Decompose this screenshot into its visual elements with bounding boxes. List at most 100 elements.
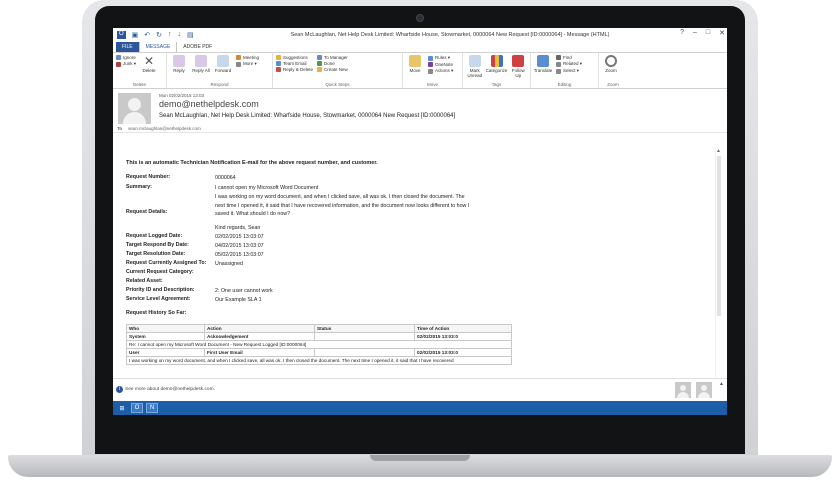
field-key: Priority ID and Description: [126, 287, 195, 293]
categorize-icon [490, 55, 503, 67]
group-tags: Mark Unread Categorize Follow Up Tags [463, 53, 531, 88]
mark-unread-button[interactable]: Mark Unread [466, 55, 484, 81]
windows-icon[interactable]: ⊞ [116, 403, 128, 413]
tab-file[interactable]: FILE [116, 42, 139, 52]
select-button[interactable]: Select ▾ [556, 68, 582, 74]
delete-button[interactable]: ✕ Delete [140, 55, 158, 81]
table-cell: I was working on my word document, and w… [126, 356, 512, 365]
quick-step-suggestions[interactable]: Suggestions [276, 55, 313, 60]
field-key: Target Resolution Date: [126, 251, 186, 257]
col-header-status: Status [314, 324, 415, 333]
onenote-icon[interactable]: N [146, 403, 158, 413]
avatar-head [128, 98, 141, 111]
quick-steps-col-2: To Manager Done Create New [317, 55, 348, 81]
select-icon [556, 68, 561, 74]
tab-adobe-pdf[interactable]: ADOBE PDF [177, 42, 218, 52]
meeting-button[interactable]: Meeting [236, 55, 259, 60]
maximize-button[interactable]: □ [706, 29, 710, 37]
more-button[interactable]: More ▾ [236, 61, 259, 67]
message-to: To sean.mclaughlan@nethelpdesk.com [117, 126, 201, 131]
move-button[interactable]: Move [406, 55, 424, 81]
table-header-row: Who Action Status Time of Action [126, 324, 512, 333]
intro-text: This is an automatic Technician Notifica… [126, 160, 378, 166]
field-key: Request Logged Date: [126, 233, 183, 239]
rules-button[interactable]: Rules ▾ [428, 55, 453, 61]
scroll-up-icon[interactable]: ▲ [716, 148, 721, 154]
reply-all-button[interactable]: Reply All [192, 55, 210, 81]
quick-step-done[interactable]: Done [317, 61, 348, 66]
zoom-icon [605, 55, 617, 67]
undo-icon[interactable]: ↶ [144, 31, 150, 39]
quick-step-reply-delete[interactable]: Reply & Delete [276, 67, 313, 72]
translate-icon [537, 55, 549, 67]
field-value [215, 278, 470, 284]
avatar-body [677, 392, 689, 398]
delete-small-buttons: Ignore Junk ▾ [116, 55, 136, 81]
field-row: Request Number: 0000064 [126, 174, 470, 183]
message-date: Mon 02/02/2015 13:03 [159, 93, 205, 98]
flag-icon [512, 55, 525, 67]
scrollbar-thumb[interactable] [717, 156, 721, 316]
col-header-action: Action [204, 324, 315, 333]
related-button[interactable]: Related ▾ [556, 61, 582, 67]
field-key: Request Currently Assigned To: [126, 260, 207, 266]
reply-button[interactable]: Reply [170, 55, 188, 81]
help-button[interactable]: ? [680, 29, 684, 37]
field-row: Current Request Category: [126, 269, 470, 275]
pane-collapse-icon[interactable]: ▲ [719, 381, 724, 387]
title-bar: O ▣ ↶ ↻ ↑ ↓ ▤ Sean McLaughlan, Net Help … [113, 28, 727, 42]
quick-step-create-new[interactable]: Create New [317, 67, 348, 72]
zoom-button[interactable]: Zoom [602, 55, 620, 81]
up-icon[interactable]: ↑ [168, 31, 172, 39]
minimize-button[interactable]: – [693, 29, 697, 37]
quick-step-to-manager[interactable]: To Manager [317, 55, 348, 60]
actions-button[interactable]: Actions ▾ [428, 68, 453, 74]
avatar-body [123, 112, 146, 124]
table-cell: 02/02/2015 13:03:0 [414, 348, 512, 357]
reply-delete-icon [276, 67, 281, 72]
group-editing: Translate Find Related ▾ Select ▾ Editin… [531, 53, 599, 88]
junk-icon [116, 61, 121, 67]
quick-step-team-email[interactable]: Team Email [276, 61, 313, 66]
delete-x-icon: ✕ [143, 54, 155, 68]
people-avatar[interactable] [675, 382, 691, 398]
see-more-link[interactable]: See more about demo@nethelpdesk.com. [125, 387, 215, 392]
categorize-button[interactable]: Categorize [486, 55, 507, 81]
outlook-icon[interactable]: O [131, 403, 143, 413]
group-quick-steps: Suggestions Team Email Reply & Delete To… [273, 53, 403, 88]
field-value: 02/02/2015 13:03:07 [215, 234, 264, 240]
field-value: 05/02/2015 13:03:07 [215, 252, 264, 258]
group-label-quick-steps: Quick Steps [325, 82, 350, 87]
doc-icon[interactable]: ▤ [187, 31, 194, 39]
group-label-tags: Tags [491, 82, 502, 87]
redo-icon[interactable]: ↻ [156, 31, 162, 39]
find-button[interactable]: Find [556, 55, 582, 60]
forward-button[interactable]: Forward [214, 55, 232, 81]
field-key: Related Asset: [126, 278, 163, 284]
field-key: Summary: [126, 184, 152, 190]
junk-button[interactable]: Junk ▾ [116, 61, 136, 67]
to-address[interactable]: sean.mclaughlan@nethelpdesk.com [128, 126, 201, 131]
follow-up-button[interactable]: Follow Up [510, 55, 528, 81]
field-row: Priority ID and Description: 2: One user … [126, 287, 470, 296]
down-icon[interactable]: ↓ [178, 31, 182, 39]
avatar-body [698, 392, 710, 398]
translate-button[interactable]: Translate [534, 55, 552, 81]
more-icon [236, 61, 241, 67]
history-table: Who Action Status Time of Action System … [126, 324, 512, 365]
people-avatar[interactable] [696, 382, 712, 398]
tab-message[interactable]: MESSAGE [138, 41, 178, 52]
meeting-icon [236, 55, 241, 60]
ignore-button[interactable]: Ignore [116, 55, 136, 60]
quick-steps-col-1: Suggestions Team Email Reply & Delete [276, 55, 313, 81]
field-value: I was working on my word document, and w… [215, 194, 470, 217]
outlook-icon[interactable]: O [117, 31, 126, 39]
field-value: 0000064 [215, 175, 236, 181]
close-button[interactable]: ✕ [719, 29, 725, 37]
field-value: I cannot open my Microsoft Word Document [215, 185, 319, 191]
onenote-button[interactable]: OneNote [428, 62, 453, 67]
envelope-icon [468, 55, 481, 67]
save-icon[interactable]: ▣ [132, 31, 139, 39]
message-from[interactable]: demo@nethelpdesk.com [159, 99, 259, 109]
respond-small-buttons: Meeting More ▾ [236, 55, 259, 81]
